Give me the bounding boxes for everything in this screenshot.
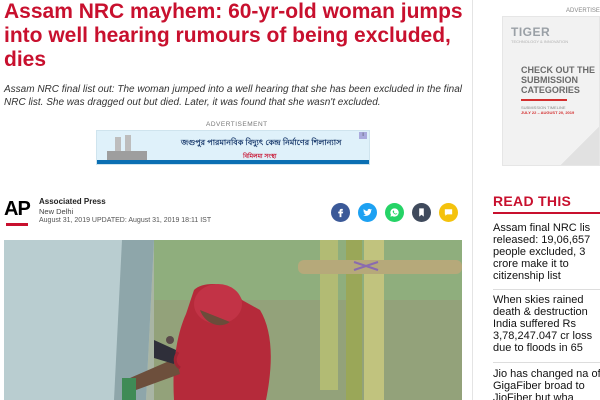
related-story-title[interactable]: Assam final NRC lis released: 19,06,657 … bbox=[493, 222, 600, 282]
ad-banner-strip bbox=[97, 160, 369, 164]
advertisement-banner[interactable]: জগুপুর পারমানবিক বিদ্যুৎ কেন্দ্র নির্মাণ… bbox=[96, 130, 370, 165]
facebook-share-button[interactable] bbox=[331, 203, 350, 222]
comment-icon bbox=[444, 209, 453, 216]
ap-logo: AP bbox=[4, 197, 34, 226]
ap-logo-text: AP bbox=[4, 198, 31, 220]
ad-timeline-dates: JULY 22 – AUGUST 20, 2019 bbox=[521, 110, 575, 115]
twitter-share-button[interactable] bbox=[358, 203, 377, 222]
column-divider bbox=[472, 0, 473, 400]
ap-logo-underline bbox=[6, 223, 28, 226]
author-name[interactable]: Associated Press bbox=[39, 197, 106, 206]
related-story[interactable]: Assam final NRC lis released: 19,06,657 … bbox=[493, 222, 600, 282]
tiger-tagline: TECHNOLOGY & INNOVATION bbox=[511, 39, 569, 44]
related-story[interactable]: Jio has changed na of GigaFiber broad to… bbox=[493, 368, 600, 400]
article-main: Assam NRC mayhem: 60-yr-old woman jumps … bbox=[0, 0, 470, 400]
ad-accent-bar bbox=[521, 99, 567, 101]
read-this-heading: READ THIS bbox=[493, 193, 572, 209]
ad-heading: CHECK OUT THE SUBMISSION CATEGORIES bbox=[521, 65, 595, 95]
bookmark-button[interactable] bbox=[412, 203, 431, 222]
facebook-icon bbox=[338, 208, 344, 218]
tiger-logo: TIGER bbox=[511, 25, 551, 39]
ad-timeline: SUBMISSION TIMELINE JULY 22 – AUGUST 20,… bbox=[521, 105, 596, 115]
ad-diagonal-graphic bbox=[549, 117, 599, 165]
related-story[interactable]: When skies rained death & destruction In… bbox=[493, 294, 600, 354]
story-divider bbox=[493, 289, 600, 290]
article-headline: Assam NRC mayhem: 60-yr-old woman jumps … bbox=[4, 0, 463, 71]
advertisement-label: ADVERTISEMENT bbox=[206, 121, 268, 128]
twitter-icon bbox=[363, 208, 373, 216]
article-photo bbox=[4, 240, 462, 400]
share-bar bbox=[331, 203, 458, 222]
comment-button[interactable] bbox=[439, 203, 458, 222]
story-divider bbox=[493, 362, 600, 363]
byline: AP Associated Press New Delhi August 31,… bbox=[4, 197, 466, 231]
publish-dates: August 31, 2019 UPDATED: August 31, 2019… bbox=[39, 217, 212, 224]
ad-banner-text: জগুপুর পারমানবিক বিদ্যুৎ কেন্দ্র নির্মাণ… bbox=[181, 138, 342, 147]
related-story-title[interactable]: Jio has changed na of GigaFiber broad to… bbox=[493, 368, 600, 400]
sidebar-ad-label: ADVERTISE bbox=[566, 8, 600, 14]
whatsapp-share-button[interactable] bbox=[385, 203, 404, 222]
woman-at-well-photo bbox=[4, 240, 462, 400]
bookmark-icon bbox=[419, 208, 424, 217]
adchoices-icon[interactable]: i bbox=[359, 132, 367, 139]
sidebar: ADVERTISE TIGER TECHNOLOGY & INNOVATION … bbox=[478, 0, 600, 400]
article-summary: Assam NRC final list out: The woman jump… bbox=[4, 84, 463, 108]
dateline-location: New Delhi bbox=[39, 207, 74, 216]
read-this-underline bbox=[493, 212, 600, 214]
related-story-title[interactable]: When skies rained death & destruction In… bbox=[493, 294, 600, 354]
whatsapp-icon bbox=[390, 208, 399, 217]
tiger-advertisement[interactable]: TIGER TECHNOLOGY & INNOVATION CHECK OUT … bbox=[502, 16, 600, 166]
